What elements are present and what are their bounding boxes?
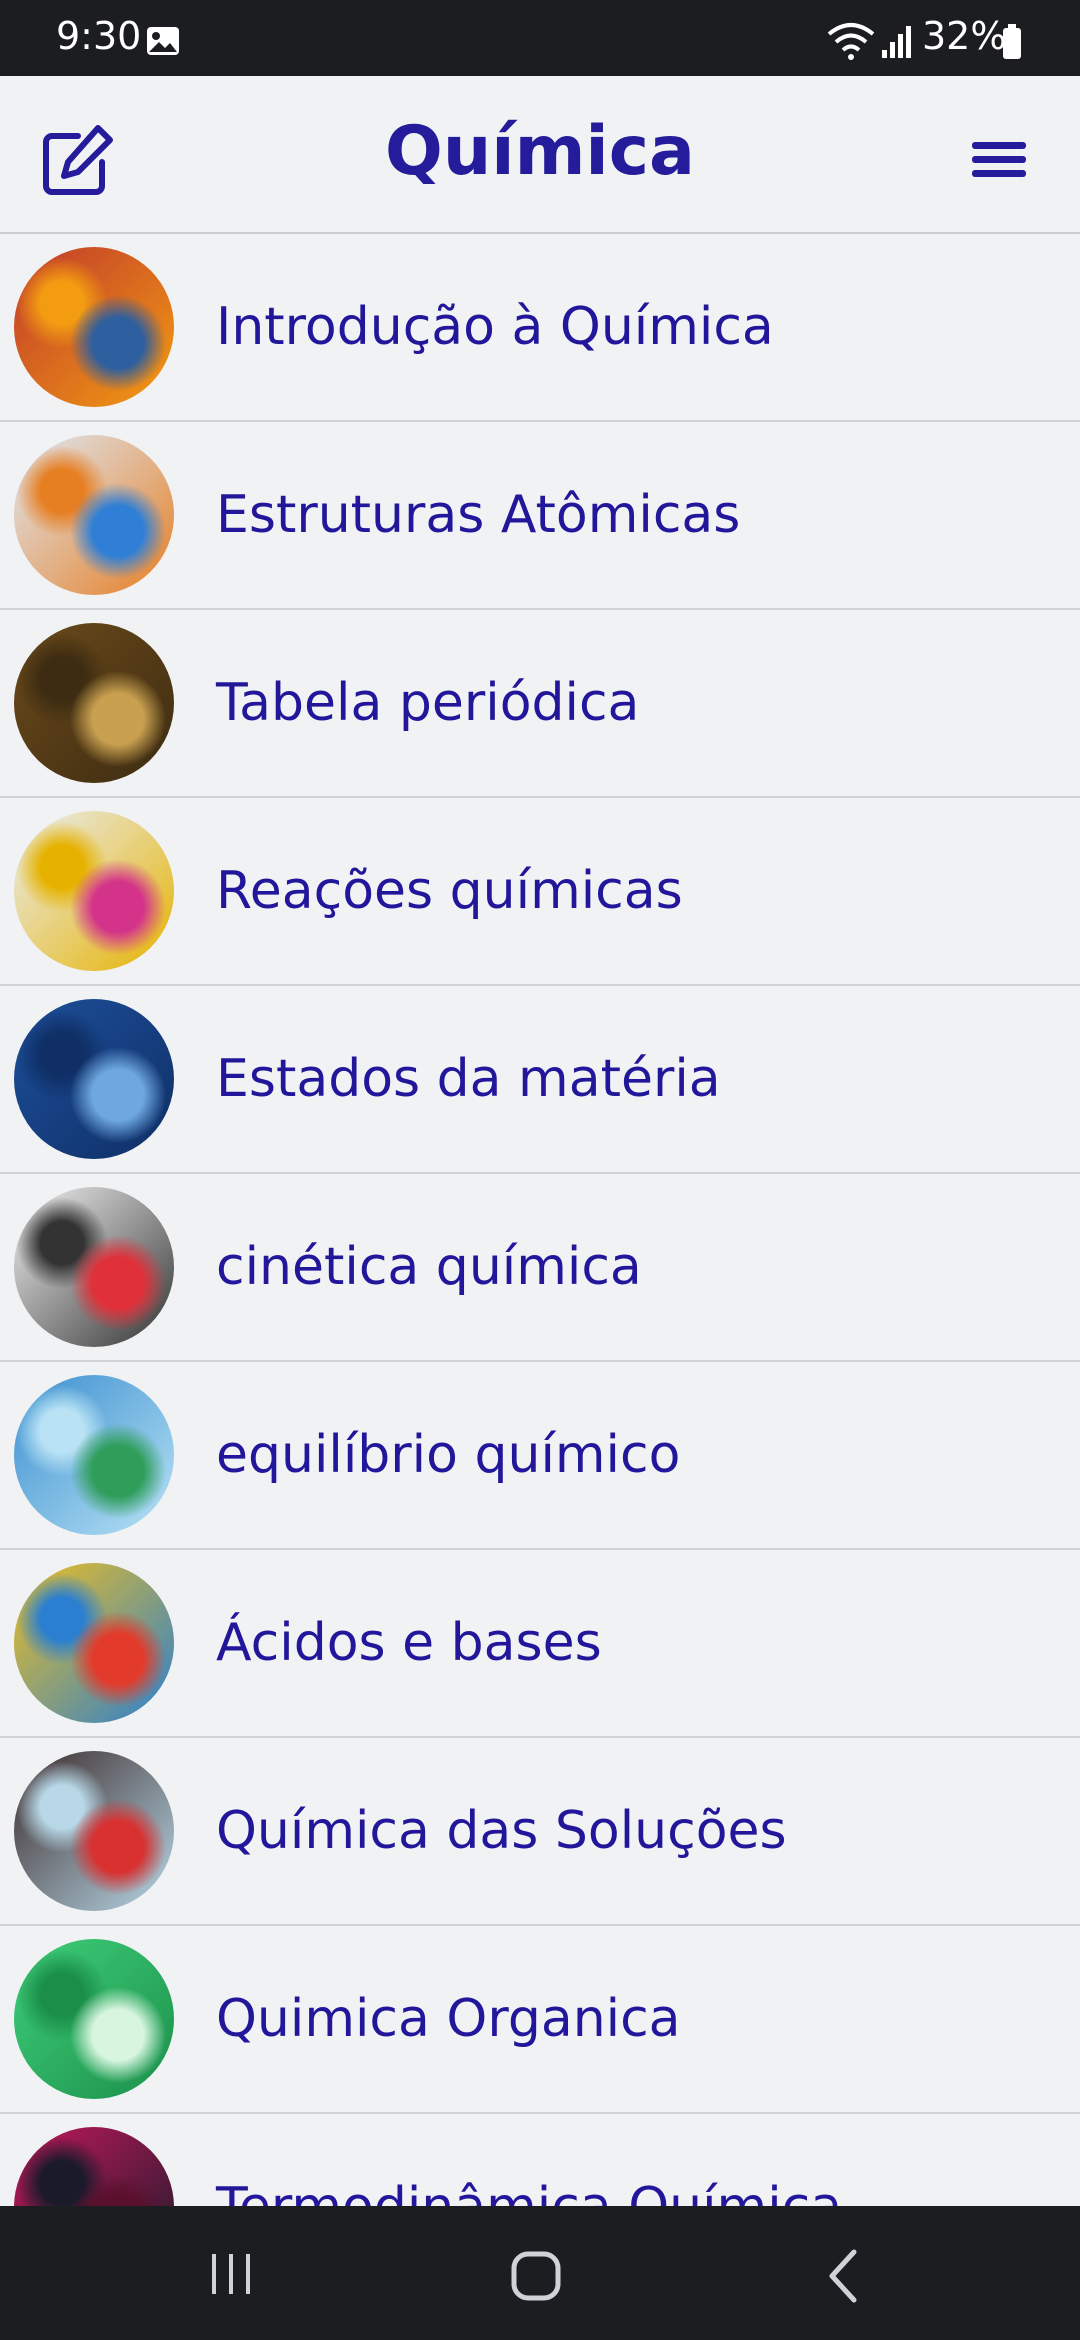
back-button[interactable] [820,2246,864,2306]
wifi-icon [827,23,875,60]
list-item[interactable]: Reações químicas [0,798,1080,986]
topic-label: Termodinâmica Química [216,2177,842,2206]
gallery-notification-icon [147,27,179,55]
battery-icon [1003,24,1021,59]
page-title: Química [385,112,695,191]
list-item[interactable]: Ácidos e bases [0,1550,1080,1738]
list-item[interactable]: Quimica Organica [0,1926,1080,2114]
topic-thumbnail [14,247,174,407]
topic-thumbnail [14,2127,174,2206]
topic-label: equilíbrio químico [216,1425,681,1485]
topic-label: Quimica Organica [216,1989,681,2049]
topic-label: cinética química [216,1237,642,1297]
list-item[interactable]: Estados da matéria [0,986,1080,1174]
topic-thumbnail [14,1563,174,1723]
menu-icon[interactable] [960,126,1038,192]
list-item[interactable]: Tabela periódica [0,610,1080,798]
app-header: Química [0,76,1080,234]
topic-label: Introdução à Química [216,297,774,357]
topic-thumbnail [14,811,174,971]
status-bar: 9:30 32% [0,0,1080,76]
list-item[interactable]: cinética química [0,1174,1080,1362]
status-time: 9:30 [56,14,142,58]
navigation-bar [0,2206,1080,2340]
topic-thumbnail [14,435,174,595]
topic-thumbnail [14,623,174,783]
topic-thumbnail [14,1187,174,1347]
topic-label: Química das Soluções [216,1801,787,1861]
topic-thumbnail [14,999,174,1159]
topic-label: Reações químicas [216,861,683,921]
topic-label: Estruturas Atômicas [216,485,741,545]
list-item[interactable]: equilíbrio químico [0,1362,1080,1550]
list-item[interactable]: Estruturas Atômicas [0,422,1080,610]
topic-label: Ácidos e bases [216,1613,602,1673]
topic-thumbnail [14,1939,174,2099]
topic-label: Estados da matéria [216,1049,721,1109]
list-item[interactable]: Termodinâmica Química [0,2114,1080,2206]
topic-thumbnail [14,1751,174,1911]
list-item[interactable]: Introdução à Química [0,234,1080,422]
recent-apps-button[interactable] [206,2250,256,2298]
signal-icon [882,26,911,58]
list-item[interactable]: Química das Soluções [0,1738,1080,1926]
topic-thumbnail [14,1375,174,1535]
topic-label: Tabela periódica [216,673,640,733]
battery-percentage: 32% [922,14,1007,58]
home-button[interactable] [508,2248,564,2304]
topic-list: Introdução à Química Estruturas Atômicas T… [0,234,1080,2206]
